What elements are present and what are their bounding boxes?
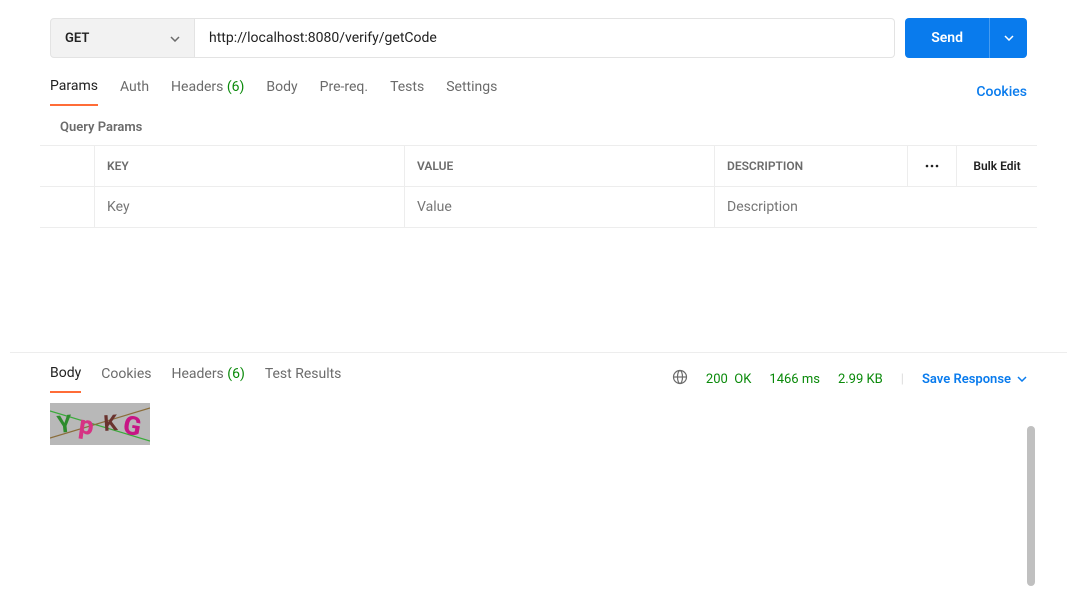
more-options-icon[interactable]	[907, 146, 957, 186]
globe-icon[interactable]	[672, 369, 688, 389]
request-tabs: Params Auth Headers (6) Body Pre-req. Te…	[50, 78, 1027, 106]
response-tab-headers-label: Headers	[171, 366, 223, 382]
chevron-down-icon	[1004, 35, 1014, 41]
response-tab-cookies[interactable]: Cookies	[101, 366, 151, 392]
status-badge: 200 OK	[706, 372, 751, 387]
cookies-link[interactable]: Cookies	[976, 84, 1027, 100]
header-value: VALUE	[405, 146, 715, 186]
tab-headers-label: Headers	[171, 79, 223, 95]
response-meta: 200 OK 1466 ms 2.99 KB | Save Response	[672, 369, 1027, 389]
send-dropdown-button[interactable]	[989, 18, 1027, 58]
scrollbar[interactable]	[1027, 426, 1035, 586]
query-params-title: Query Params	[60, 120, 1017, 135]
divider: |	[901, 372, 904, 387]
description-input[interactable]	[727, 199, 1025, 215]
response-tab-headers-count: (6)	[227, 366, 245, 382]
tab-auth[interactable]: Auth	[120, 79, 149, 105]
response-time: 1466 ms	[769, 372, 820, 387]
url-input[interactable]	[195, 30, 894, 46]
svg-text:K: K	[103, 411, 120, 437]
params-table: KEY VALUE DESCRIPTION Bulk Edit	[40, 145, 1037, 228]
response-tab-headers[interactable]: Headers (6)	[171, 366, 244, 392]
send-button-group: Send	[905, 18, 1027, 58]
tab-settings[interactable]: Settings	[446, 79, 497, 105]
response-tab-test-results[interactable]: Test Results	[265, 366, 342, 392]
send-button[interactable]: Send	[905, 18, 989, 58]
status-code: 200	[706, 372, 728, 387]
tab-params[interactable]: Params	[50, 78, 98, 106]
bulk-edit-button[interactable]: Bulk Edit	[957, 159, 1037, 173]
url-bar: GET Send	[50, 18, 1027, 58]
tab-headers-count: (6)	[227, 79, 245, 95]
http-method-value: GET	[65, 31, 89, 46]
checkbox-column	[40, 146, 95, 186]
row-checkbox[interactable]	[40, 187, 95, 227]
table-row	[40, 187, 1037, 227]
save-response-label: Save Response	[922, 372, 1011, 387]
http-method-select[interactable]: GET	[50, 18, 195, 58]
header-description: DESCRIPTION	[715, 146, 907, 186]
response-size: 2.99 KB	[838, 372, 883, 387]
status-text: OK	[734, 372, 751, 387]
horizontal-divider	[10, 352, 1067, 353]
url-input-wrap	[195, 18, 895, 58]
value-input[interactable]	[417, 199, 702, 215]
params-header-row: KEY VALUE DESCRIPTION Bulk Edit	[40, 146, 1037, 187]
response-body: Y p K G	[50, 403, 1027, 445]
header-key: KEY	[95, 146, 405, 186]
captcha-image: Y p K G	[50, 403, 150, 445]
response-tab-body[interactable]: Body	[50, 365, 81, 393]
tab-tests[interactable]: Tests	[390, 79, 424, 105]
response-tabs: Body Cookies Headers (6) Test Results 20…	[50, 365, 1027, 393]
tab-headers[interactable]: Headers (6)	[171, 79, 244, 105]
save-response-button[interactable]: Save Response	[922, 372, 1027, 387]
key-input[interactable]	[107, 199, 392, 215]
chevron-down-icon	[170, 31, 180, 46]
svg-text:Y: Y	[56, 410, 74, 439]
tab-prereq[interactable]: Pre-req.	[320, 79, 368, 105]
chevron-down-icon	[1017, 376, 1027, 382]
tab-body[interactable]: Body	[266, 79, 297, 105]
